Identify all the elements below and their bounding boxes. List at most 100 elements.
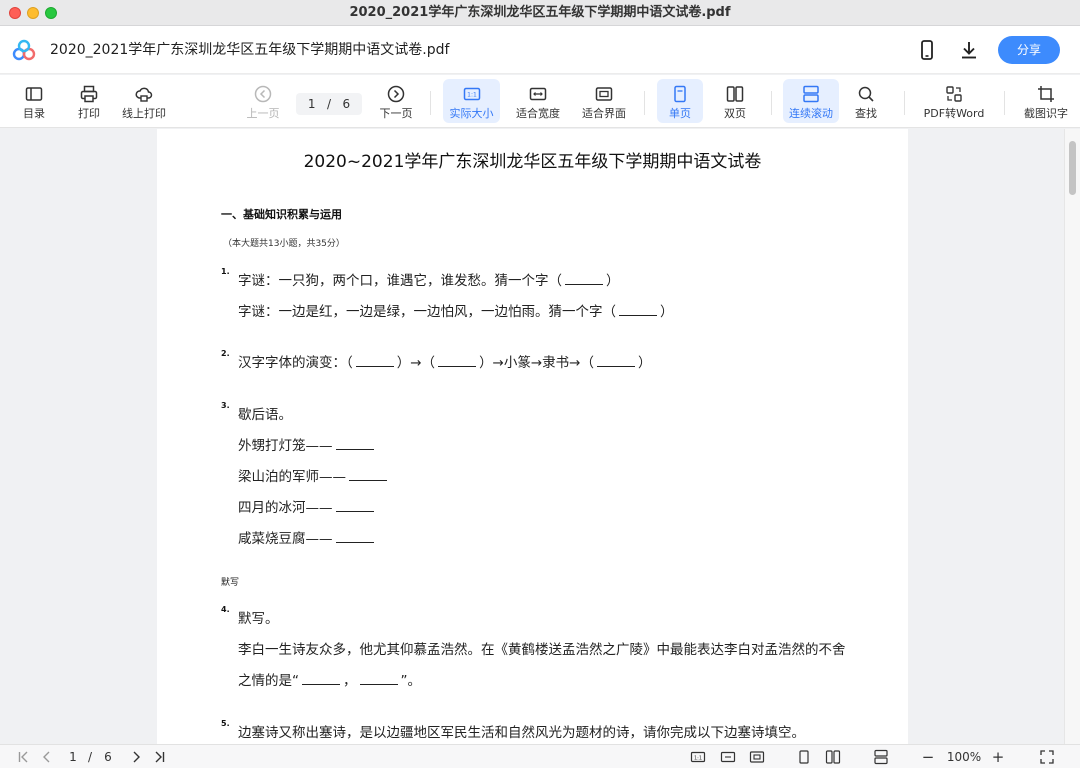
question-text: ，	[343, 673, 357, 689]
answer-blank[interactable]	[302, 673, 340, 685]
status-total-pages: 6	[104, 750, 112, 764]
last-page-icon	[155, 751, 165, 763]
next-page-button[interactable]: 下一页	[374, 79, 418, 123]
question-line: 边塞诗又称出塞诗，是以边疆地区军民生活和自然风光为题材的诗，请你完成以下边塞诗填…	[238, 725, 805, 741]
status-single-page-button[interactable]	[796, 749, 812, 765]
answer-blank[interactable]	[349, 469, 387, 481]
status-fit-width-button[interactable]	[720, 749, 736, 765]
scrollbar-thumb[interactable]	[1069, 141, 1076, 195]
answer-blank[interactable]	[335, 438, 374, 450]
answer-blank[interactable]	[619, 304, 657, 316]
actual-size-button[interactable]: 1:1 实际大小	[443, 79, 500, 123]
toc-label: 目录	[23, 107, 45, 120]
download-icon[interactable]	[957, 38, 981, 62]
answer-blank[interactable]	[335, 531, 374, 543]
fit-width-icon	[529, 87, 547, 101]
answer-blank[interactable]	[565, 273, 603, 285]
status-bar: 1 / 6 1:1 − 100% +	[0, 744, 1080, 768]
vertical-scrollbar[interactable]	[1064, 129, 1080, 744]
toolbar-divider	[904, 91, 905, 115]
status-double-page-button[interactable]	[825, 749, 841, 765]
question-text: ）	[660, 304, 674, 320]
zoom-in-button[interactable]: +	[991, 749, 1005, 765]
chevron-right-icon	[133, 751, 140, 763]
question-number: 3.	[221, 401, 230, 410]
pdf-to-word-label: PDF转Word	[923, 107, 985, 120]
toolbar-divider	[644, 91, 645, 115]
fullscreen-button[interactable]	[1039, 749, 1055, 765]
double-page-icon	[726, 86, 744, 102]
question-number: 1.	[221, 267, 230, 276]
ocr-button[interactable]: 截图识字	[1018, 79, 1074, 123]
find-label: 查找	[855, 107, 877, 120]
share-button[interactable]: 分享	[998, 36, 1060, 64]
find-button[interactable]: 查找	[846, 79, 886, 123]
toolbar-divider	[1004, 91, 1005, 115]
zoom-level[interactable]: 100%	[944, 749, 984, 765]
double-page-button[interactable]: 双页	[713, 79, 757, 123]
pdf-to-word-button[interactable]: PDF转Word	[920, 79, 988, 123]
sidebar-icon	[25, 87, 43, 101]
question-text: 汉字字体的演变：（	[238, 355, 353, 371]
online-print-label: 线上打印	[122, 107, 166, 120]
status-page-separator: /	[87, 750, 93, 764]
toc-button[interactable]: 目录	[12, 79, 56, 123]
answer-blank[interactable]	[355, 355, 394, 367]
question-text: 梁山泊的军师——	[238, 469, 346, 485]
status-actual-size-button[interactable]: 1:1	[690, 749, 706, 765]
chevron-left-icon	[43, 751, 50, 763]
cloud-print-icon	[135, 87, 153, 102]
first-page-button[interactable]	[16, 749, 32, 765]
section-heading: 一、基础知识积累与运用	[221, 208, 342, 221]
next-page-small-button[interactable]	[128, 749, 144, 765]
single-page-icon	[799, 750, 809, 764]
question-number: 4.	[221, 605, 230, 614]
answer-blank[interactable]	[438, 355, 477, 367]
answer-blank[interactable]	[597, 355, 635, 367]
status-current-page[interactable]: 1	[64, 749, 82, 765]
document-name: 2020_2021学年广东深圳龙华区五年级下学期期中语文试卷.pdf	[50, 42, 450, 58]
question-line: 梁山泊的军师——	[238, 465, 390, 485]
phone-icon[interactable]	[915, 38, 939, 62]
document-title: 2020~2021学年广东深圳龙华区五年级下学期期中语文试卷	[303, 152, 762, 172]
next-page-label: 下一页	[379, 107, 413, 120]
toolbar-divider	[430, 91, 431, 115]
prev-page-button[interactable]: 上一页	[242, 79, 284, 123]
fit-page-button[interactable]: 适合界面	[578, 79, 630, 123]
question-heading: 歇后语。	[238, 407, 292, 423]
toolbar-divider	[771, 91, 772, 115]
prev-page-small-button[interactable]	[39, 749, 55, 765]
actual-size-label: 实际大小	[449, 107, 494, 120]
document-viewport[interactable]: 2020~2021学年广东深圳龙华区五年级下学期期中语文试卷 一、基础知识积累与…	[0, 129, 1080, 744]
last-page-button[interactable]	[151, 749, 167, 765]
question-text: 之情的是“	[238, 673, 299, 689]
question-line: 四月的冰河——	[238, 496, 377, 516]
print-button[interactable]: 打印	[67, 79, 111, 123]
question-text: 外甥打灯笼——	[238, 438, 333, 454]
single-page-icon	[674, 85, 686, 103]
continuous-scroll-icon	[803, 85, 819, 103]
printer-icon	[80, 85, 98, 103]
single-page-button[interactable]: 单页	[657, 79, 703, 123]
fit-width-button[interactable]: 适合宽度	[512, 79, 564, 123]
double-page-label: 双页	[724, 107, 746, 120]
app-header: 2020_2021学年广东深圳龙华区五年级下学期期中语文试卷.pdf 分享	[0, 26, 1080, 74]
chevron-right-circle-icon	[387, 85, 405, 103]
online-print-button[interactable]: 线上打印	[117, 79, 171, 123]
question-text: ）→小篆→隶书→（	[479, 355, 594, 371]
continuous-scroll-button[interactable]: 连续滚动	[783, 79, 839, 123]
question-line: 汉字字体的演变：（ ）→（ ）→小篆→隶书→（ ）	[238, 351, 652, 371]
section-note: （本大题共13小题，共35分）	[223, 239, 345, 249]
answer-blank[interactable]	[359, 673, 398, 685]
convert-icon	[946, 86, 962, 102]
fit-page-icon	[595, 87, 613, 101]
question-line: 之情的是“ ， ”。	[238, 669, 421, 689]
page-number-input[interactable]: 1 / 6	[296, 93, 362, 115]
zoom-out-button[interactable]: −	[921, 749, 935, 765]
answer-blank[interactable]	[335, 500, 374, 512]
status-continuous-scroll-button[interactable]	[873, 749, 889, 765]
continuous-scroll-label: 连续滚动	[789, 107, 833, 120]
current-page: 1	[307, 97, 316, 111]
actual-size-icon: 1:1	[463, 87, 480, 101]
status-fit-page-button[interactable]	[749, 749, 765, 765]
